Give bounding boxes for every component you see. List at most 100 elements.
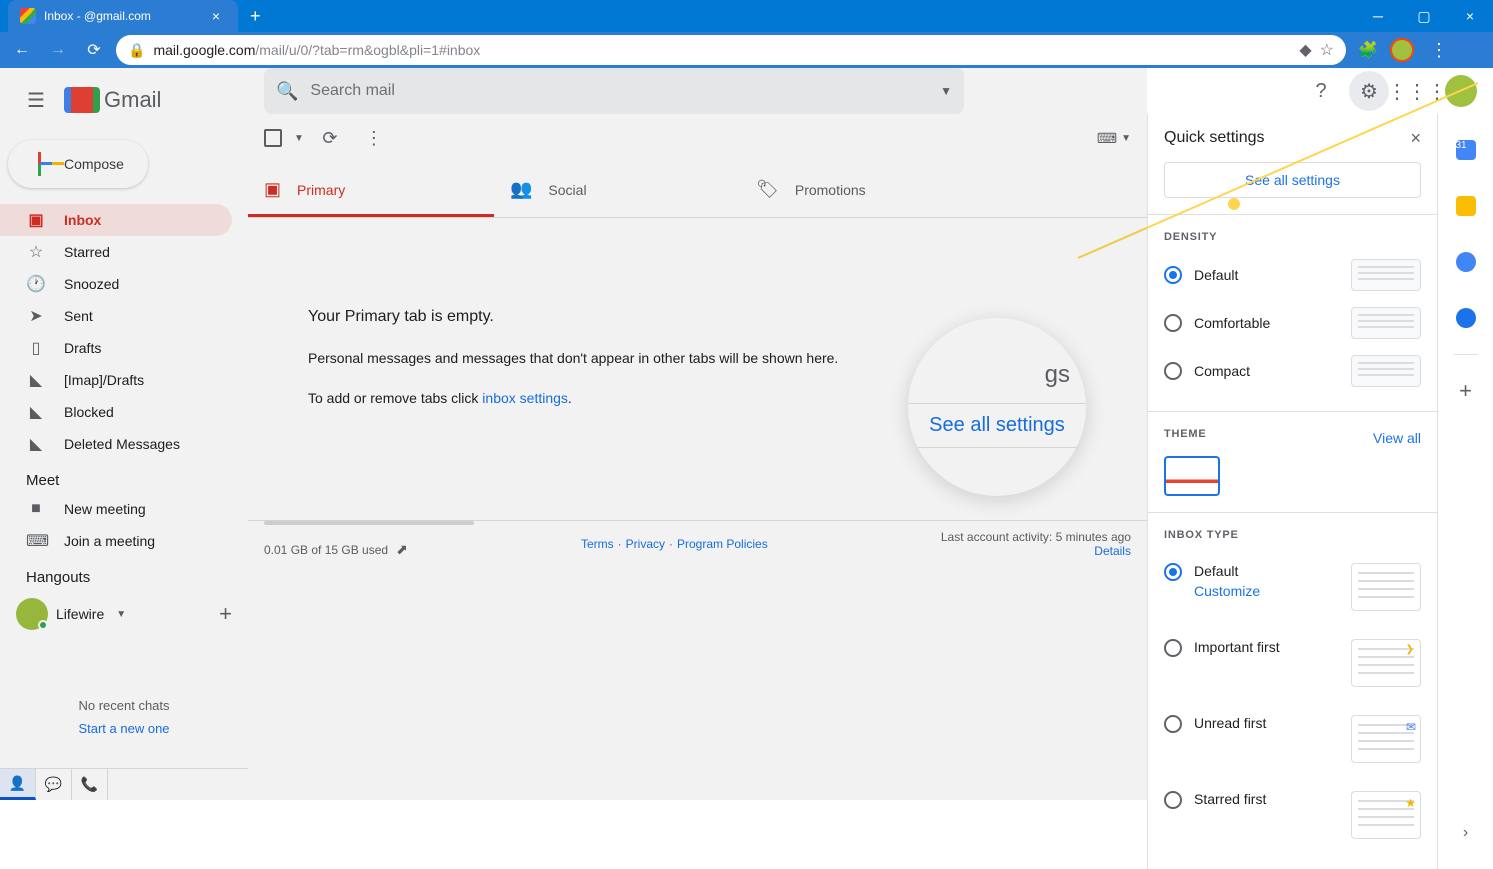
bookmark-icon[interactable]: ☆ [1320,40,1334,60]
profile-avatar-small[interactable] [1390,38,1414,62]
tab-close-icon[interactable]: × [206,6,226,26]
callout-dot [1228,198,1240,210]
nav-deleted[interactable]: ◣Deleted Messages [0,428,232,460]
nav-inbox[interactable]: ▣Inbox [0,204,232,236]
lock-icon: 🔒 [128,42,145,59]
url-text: mail.google.com/mail/u/0/?tab=rm&ogbl&pl… [153,42,1291,58]
browser-menu-icon[interactable]: ⋮ [1422,40,1456,61]
density-preview [1351,355,1421,387]
hangouts-user[interactable]: Lifewire ▼ + [0,590,248,638]
density-default[interactable]: Default [1164,251,1421,299]
details-link[interactable]: Details [941,544,1131,558]
nav-sent[interactable]: ➤Sent [0,300,232,332]
nav-imap-drafts[interactable]: ◣[Imap]/Drafts [0,364,232,396]
hangouts-tab-contacts[interactable]: 👤 [0,769,36,800]
incognito-icon[interactable]: ◆ [1299,40,1311,60]
plus-icon [28,152,52,176]
search-icon[interactable]: 🔍 [276,81,298,102]
people-icon: 👥 [510,179,532,200]
keep-icon[interactable] [1446,186,1486,226]
account-avatar[interactable] [1445,75,1477,107]
close-panel-icon[interactable]: × [1410,128,1421,149]
reload-button[interactable]: ⟳ [80,36,108,64]
address-bar[interactable]: 🔒 mail.google.com/mail/u/0/?tab=rm&ogbl&… [116,35,1346,65]
radio-icon [1164,791,1182,809]
inbox-tab-icon: ▣ [264,179,281,200]
file-icon: ▯ [26,338,46,358]
nav-snoozed[interactable]: 🕐Snoozed [0,268,232,300]
add-hangout-icon[interactable]: + [219,601,232,627]
close-button[interactable]: × [1447,0,1493,32]
tab-primary[interactable]: ▣Primary [248,162,494,217]
minimize-button[interactable]: ─ [1355,0,1401,32]
see-all-settings-button[interactable]: See all settings [1164,162,1421,198]
policies-link[interactable]: Program Policies [677,537,768,551]
density-preview [1351,259,1421,291]
search-options-icon[interactable]: ▼ [940,84,952,98]
hangouts-tab-chat[interactable]: 💬 [36,769,72,800]
start-chat-link[interactable]: Start a new one [0,721,248,736]
browser-tab[interactable]: Inbox - @gmail.com × [8,0,238,32]
search-input[interactable] [310,82,928,100]
help-icon[interactable]: ? [1301,71,1341,111]
nav-join-meeting[interactable]: ⌨Join a meeting [0,525,232,557]
input-tool-selector[interactable]: ⌨▼ [1097,130,1131,147]
settings-icon[interactable]: ⚙ [1349,71,1389,111]
tab-panel: ▼ ⟳ ⋮ ⌨▼ ▣Primary 👥Social 🏷Promotions Yo… [248,114,1147,869]
main-column: 🔍 ▼ ? ⚙ ⋮⋮⋮ ▼ ⟳ ⋮ ⌨▼ ▣P [248,68,1493,800]
radio-icon [1164,563,1182,581]
view-all-themes-link[interactable]: View all [1373,430,1421,446]
density-comfortable[interactable]: Comfortable [1164,299,1421,347]
tab-social[interactable]: 👥Social [494,162,740,217]
calendar-icon[interactable]: 31 [1446,130,1486,170]
caret-down-icon[interactable]: ▼ [116,609,126,620]
theme-section: THEMEView all [1148,411,1437,512]
gmail-logo[interactable]: Gmail [64,87,161,113]
inbox-settings-link[interactable]: inbox settings [482,390,568,406]
inbox-important[interactable]: Important first [1164,625,1421,701]
customize-link[interactable]: Customize [1194,583,1339,599]
tab-toolbar: ▼ ⟳ ⋮ ⌨▼ [248,114,1147,162]
extensions-icon[interactable]: 🧩 [1354,36,1382,64]
footer-links: Terms · Privacy · Program Policies [581,537,768,551]
apps-icon[interactable]: ⋮⋮⋮ [1397,71,1437,111]
star-icon: ☆ [26,242,46,262]
more-icon[interactable]: ⋮ [356,120,392,156]
inbox-default[interactable]: DefaultCustomize [1164,549,1421,625]
back-button[interactable]: ← [8,36,36,64]
hangouts-tab-phone[interactable]: 📞 [72,769,108,800]
main-menu-icon[interactable]: ☰ [16,80,56,120]
inbox-type-section: INBOX TYPE DefaultCustomize Important fi… [1148,512,1437,869]
tasks-icon[interactable] [1446,242,1486,282]
new-tab-button[interactable]: + [238,6,273,27]
refresh-icon[interactable]: ⟳ [312,120,348,156]
select-all-checkbox[interactable] [264,129,282,147]
inbox-unread[interactable]: Unread first [1164,701,1421,777]
inbox-starred[interactable]: Starred first [1164,777,1421,853]
add-addon-icon[interactable]: + [1446,371,1486,411]
nav-new-meeting[interactable]: ■New meeting [0,493,232,525]
tab-promotions[interactable]: 🏷Promotions [740,162,986,217]
nav-drafts[interactable]: ▯Drafts [0,332,232,364]
external-link-icon[interactable]: ⬈ [396,541,408,558]
search-box[interactable]: 🔍 ▼ [264,68,964,114]
radio-icon [1164,314,1182,332]
compose-button[interactable]: Compose [8,140,148,188]
hangouts-tabs: 👤 💬 📞 [0,768,248,800]
nav-starred[interactable]: ☆Starred [0,236,232,268]
tab-title: Inbox - @gmail.com [44,9,206,23]
gmail-favicon [20,8,36,24]
nav-blocked[interactable]: ◣Blocked [0,396,232,428]
terms-link[interactable]: Terms [581,537,614,551]
maximize-button[interactable]: ▢ [1401,0,1447,32]
contacts-icon[interactable] [1446,298,1486,338]
theme-thumbnail[interactable] [1164,456,1220,496]
density-compact[interactable]: Compact [1164,347,1421,395]
forward-button[interactable]: → [44,36,72,64]
select-dropdown-icon[interactable]: ▼ [294,133,304,144]
collapse-panel-icon[interactable]: › [1446,813,1486,853]
label-icon: ◣ [26,402,46,422]
radio-icon [1164,715,1182,733]
inbox-preview [1351,715,1421,763]
privacy-link[interactable]: Privacy [626,537,665,551]
